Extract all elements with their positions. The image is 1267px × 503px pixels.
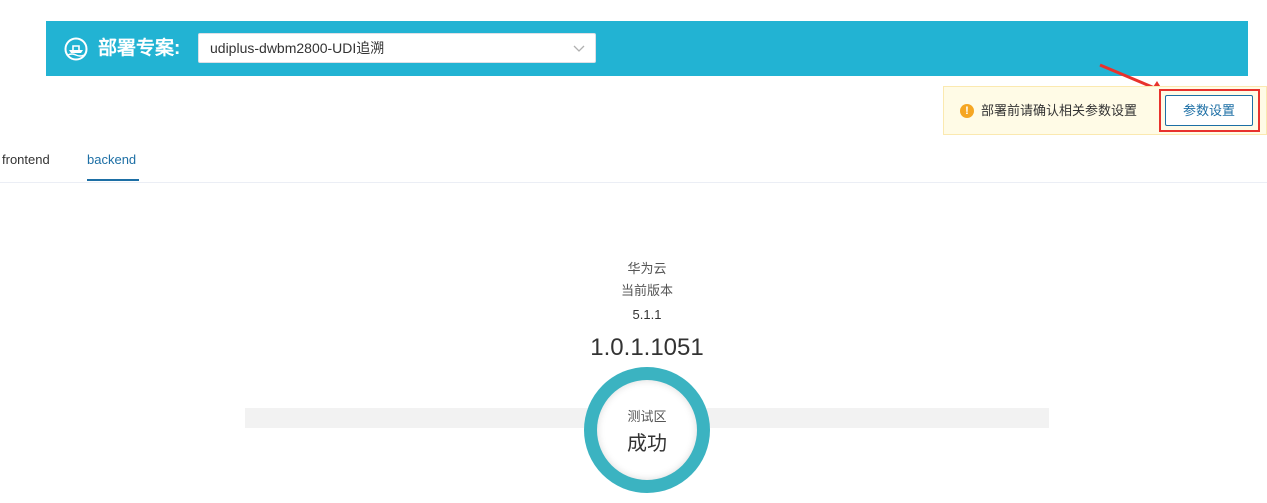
stage-status: 成功 bbox=[627, 433, 667, 455]
tab-frontend[interactable]: frontend bbox=[2, 151, 50, 169]
project-select[interactable]: udiplus-dwbm2800-UDI追溯 bbox=[198, 33, 596, 63]
chevron-down-icon[interactable] bbox=[573, 43, 585, 53]
stage-node[interactable]: 测试区 成功 bbox=[584, 367, 710, 493]
stage-name: 测试区 bbox=[627, 409, 667, 424]
active-tab-indicator bbox=[87, 179, 139, 181]
version-full: 1.0.1.1051 bbox=[590, 334, 704, 361]
tab-bar: frontend backend bbox=[0, 140, 1267, 183]
param-settings-button[interactable]: 参数设置 bbox=[1165, 95, 1253, 126]
current-version-label: 当前版本 bbox=[620, 283, 673, 298]
warning-icon: ! bbox=[960, 104, 974, 118]
notice-text: 部署前请确认相关参数设置 bbox=[981, 103, 1138, 118]
cloud-provider: 华为云 bbox=[627, 261, 667, 276]
ship-icon bbox=[64, 37, 88, 61]
tab-backend[interactable]: backend bbox=[87, 151, 136, 169]
notice-banner: ! 部署前请确认相关参数设置 参数设置 bbox=[943, 86, 1267, 135]
stage-node-inner: 测试区 成功 bbox=[597, 380, 697, 480]
header-banner: 部署专案: udiplus-dwbm2800-UDI追溯 bbox=[46, 21, 1248, 76]
version-short: 5.1.1 bbox=[632, 307, 662, 322]
project-label: 部署专案: bbox=[98, 38, 181, 59]
project-select-value: udiplus-dwbm2800-UDI追溯 bbox=[210, 40, 385, 56]
